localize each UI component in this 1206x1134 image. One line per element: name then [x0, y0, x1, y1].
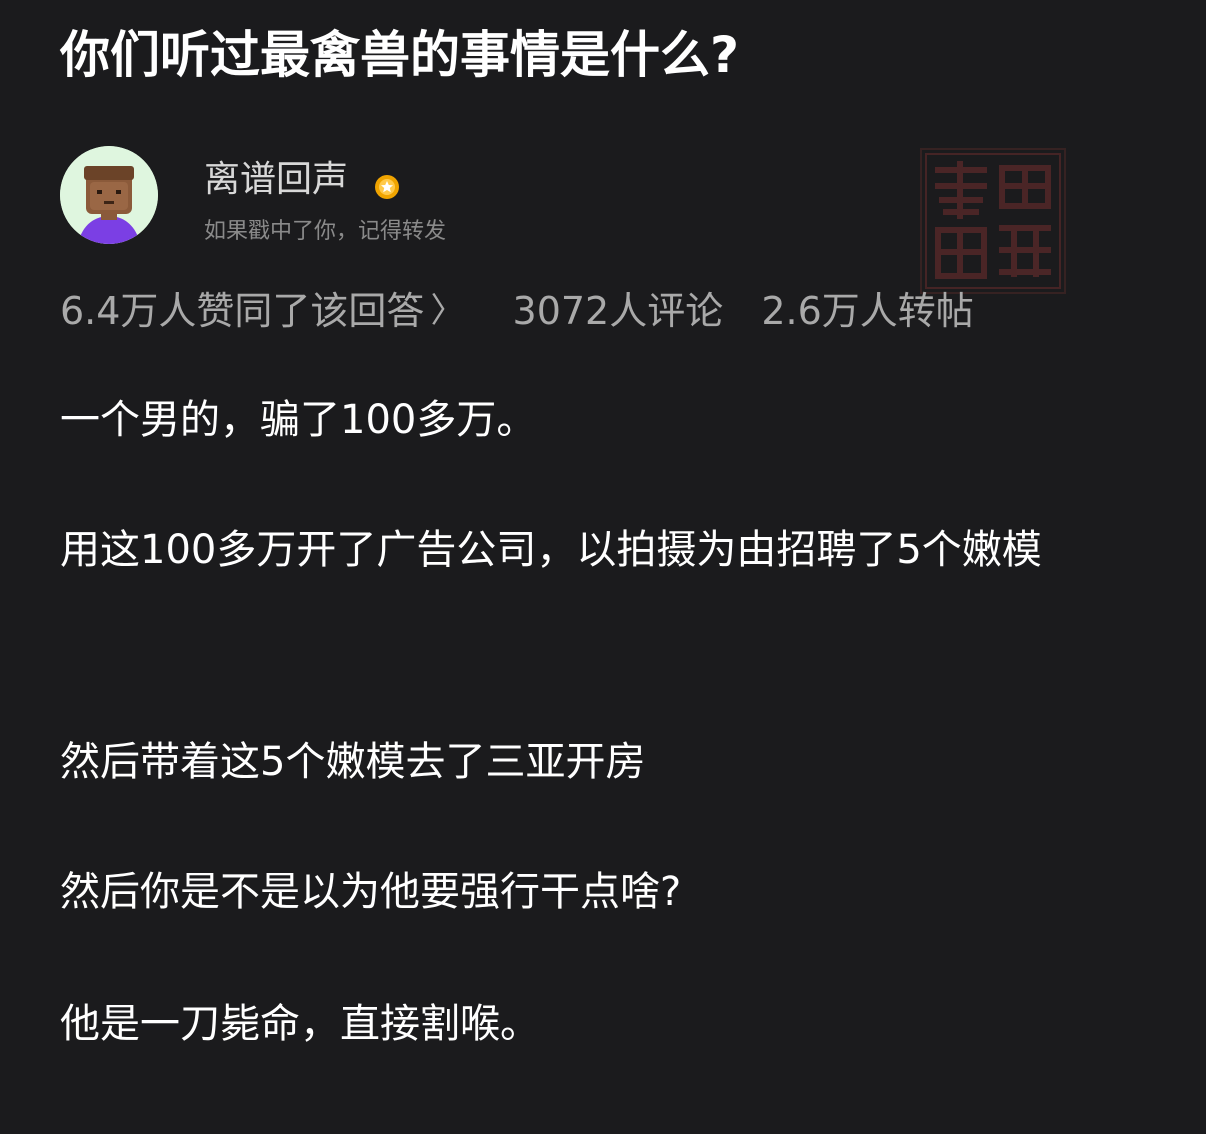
person-avatar-icon	[60, 146, 158, 244]
author-name[interactable]: 离谱回声	[204, 158, 348, 202]
answer-paragraph: 然后你是不是以为他要强行干点啥?	[60, 869, 682, 915]
gold-badge-icon	[374, 174, 400, 200]
comments-count[interactable]: 3072人评论	[513, 286, 724, 336]
chevron-right-icon: 〉	[430, 291, 465, 331]
answer-paragraph: 一个男的，骗了100多万。	[60, 397, 537, 443]
answer-paragraph: 他是一刀毙命，直接割喉。	[60, 1001, 540, 1047]
answer-paragraph: 然后带着这5个嫩模去了三亚开房	[60, 739, 646, 785]
author-bio: 如果戳中了你，记得转发	[204, 219, 447, 244]
author-header: 离谱回声 如果戳中了你，记得转发	[60, 146, 760, 246]
question-title[interactable]: 你们听过最禽兽的事情是什么?	[60, 22, 739, 88]
reposts-count[interactable]: 2.6万人转帖	[761, 286, 973, 336]
seal-stamp-icon	[920, 148, 1066, 294]
upvotes-count: 6.4万人赞同了该回答	[60, 289, 425, 333]
author-avatar[interactable]	[60, 146, 158, 244]
answer-page: 你们听过最禽兽的事情是什么? 离谱回声 如果戳中了你，记得转发 6.4万人赞同了…	[0, 0, 1206, 1134]
answer-stats: 6.4万人赞同了该回答〉 3072人评论 2.6万人转帖	[60, 286, 974, 336]
upvotes-link[interactable]: 6.4万人赞同了该回答〉	[60, 286, 464, 336]
answer-paragraph: 用这100多万开了广告公司，以拍摄为由招聘了5个嫩模	[60, 527, 1042, 573]
